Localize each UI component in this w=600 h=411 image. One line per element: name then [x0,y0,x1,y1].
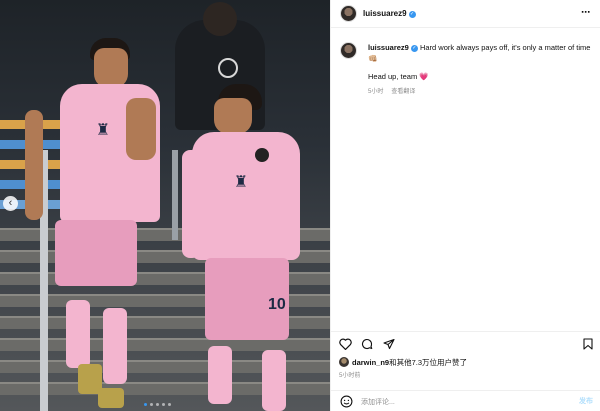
post-image[interactable]: ♜ ♜ 10 ‹ [0,0,330,411]
comment-icon[interactable] [361,338,373,350]
comment-bar: 发布 [331,390,600,411]
carousel-dot [144,403,147,406]
railing [172,150,178,240]
caption-username[interactable]: luissuarez9 [368,43,409,52]
like-heart-icon[interactable] [339,338,352,350]
player2-face [214,98,252,134]
player1-face [94,48,128,88]
player1-arm [126,98,156,160]
carousel-dot [162,403,165,406]
player1-arm [25,110,43,220]
heart-emoji: 💗 [419,72,429,81]
player1-sock [66,300,90,368]
player2-arm [182,150,200,258]
jersey-crest-icon: ♜ [233,174,249,191]
caption-text-2: Head up, team [368,72,418,81]
share-icon[interactable] [383,338,395,350]
carousel-dot [150,403,153,406]
carousel-dot [156,403,159,406]
post-timestamp: 5小时前 [339,373,361,379]
caption-meta: 5小时 查看翻译 [368,86,415,95]
emoji-icon[interactable] [340,395,353,408]
likes-text: 和其他7.3万位用户赞了 [389,358,468,367]
carousel-dot [168,403,171,406]
verified-badge-icon: ✓ [410,45,418,52]
caption-avatar[interactable] [340,42,357,59]
action-bar [331,331,600,351]
jersey-crest-icon: ♜ [95,122,111,139]
likes-summary[interactable]: darwin_n9和其他7.3万位用户赞了 [339,357,467,368]
more-options-icon[interactable]: ⋯ [581,7,591,18]
post-header: luissuarez9 ✓ ⋯ [331,0,600,28]
club-badge-icon [255,148,269,162]
caption-emoji: 👊🏼 [368,54,378,63]
caption: luissuarez9 ✓ Hard work always pays off, … [368,42,596,64]
carousel-prev-button[interactable]: ‹ [3,196,18,211]
player2-sock [262,350,286,411]
comment-input[interactable] [361,396,561,408]
player1-shorts [55,220,137,286]
translate-link[interactable]: 查看翻译 [391,89,415,95]
liker-avatar [339,357,349,367]
player1-sock [103,308,127,384]
player2-sock [208,346,232,404]
player1-boot [98,388,124,408]
verified-badge-icon: ✓ [408,11,416,18]
caption-text: Hard work always pays off, it's only a m… [419,43,591,52]
player2-arm [282,150,300,256]
carousel-indicator [144,403,171,406]
club-crest [218,58,238,78]
username-link[interactable]: luissuarez9 ✓ [363,9,416,18]
bookmark-icon[interactable] [583,338,593,350]
username-text: luissuarez9 [363,9,407,18]
liker-username[interactable]: darwin_n9 [352,358,389,367]
caption-line2: Head up, team 💗 [368,72,429,81]
post-comment-button[interactable]: 发布 [579,396,593,406]
jersey-number: 10 [268,296,286,313]
background-person-head [203,2,237,36]
caption-time: 5小时 [368,89,384,95]
post-details-panel: luissuarez9 ✓ ⋯ luissuarez9 ✓ Hard work al… [330,0,600,411]
avatar[interactable] [340,5,357,22]
